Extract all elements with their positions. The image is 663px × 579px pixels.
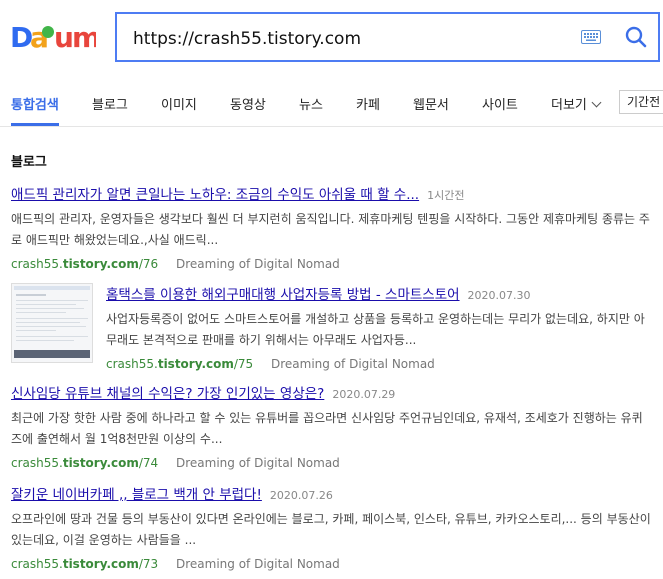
search-icon[interactable]	[625, 26, 647, 48]
daum-logo-mark: D a u m	[10, 21, 96, 53]
url-domain: tistory.com	[62, 257, 139, 271]
result-meta: crash55.tistory.com/76 Dreaming of Digit…	[11, 257, 651, 271]
url-suffix: /74	[138, 456, 159, 470]
result-item: 잘키운 네이버카페 ,, 블로그 백개 안 부럽다! 2020.07.26 오프라…	[11, 483, 651, 571]
section-title: 블로그	[11, 155, 47, 170]
url-domain: tistory.com	[62, 456, 139, 470]
result-desc: 애드픽의 관리자, 운영자들은 생각보다 훨씬 더 부지런히 움직입니다. 제휴…	[11, 212, 650, 247]
tab-blog[interactable]: 블로그	[92, 94, 128, 113]
keyboard-icon[interactable]	[581, 30, 601, 44]
header: D a u m	[0, 0, 663, 80]
tab-cafe[interactable]: 카페	[356, 94, 380, 113]
chevron-down-icon	[591, 97, 602, 108]
result-title[interactable]: 홈택스를 이용한 해외구매대행 사업자등록 방법 - 스마트스토어	[106, 287, 460, 303]
period-select[interactable]: 기간전	[619, 90, 663, 114]
result-title[interactable]: 애드픽 관리자가 알면 큰일나는 노하우: 조금의 수익도 아쉬울 때 할 수.…	[11, 187, 419, 203]
result-meta: crash55.tistory.com/73 Dreaming of Digit…	[11, 557, 651, 571]
result-url[interactable]: crash55.tistory.com/75	[106, 357, 253, 371]
result-blog-name[interactable]: Dreaming of Digital Nomad	[271, 357, 435, 371]
svg-text:u: u	[54, 21, 74, 53]
url-prefix: crash55.	[11, 557, 63, 571]
tab-more[interactable]: 더보기	[551, 94, 602, 113]
tab-video[interactable]: 동영상	[230, 94, 266, 113]
url-domain: tistory.com	[62, 557, 139, 571]
result-title[interactable]: 신사임당 유튜브 채널의 수익은? 가장 인기있는 영상은?	[11, 386, 324, 402]
result-blog-name[interactable]: Dreaming of Digital Nomad	[176, 257, 340, 271]
result-url[interactable]: crash55.tistory.com/76	[11, 257, 158, 271]
url-suffix: /75	[233, 357, 254, 371]
result-item: 신사임당 유튜브 채널의 수익은? 가장 인기있는 영상은? 2020.07.29…	[11, 382, 651, 470]
result-desc: 사업자등록증이 없어도 스마트스토어를 개설하고 상품을 등록하고 운영하는데는…	[106, 312, 645, 347]
tab-all[interactable]: 통합검색	[11, 94, 59, 113]
result-desc: 최근에 가장 핫한 사람 중에 하나라고 할 수 있는 유튜버를 꼽으라면 신사…	[11, 411, 643, 446]
result-item: 홈택스를 이용한 해외구매대행 사업자등록 방법 - 스마트스토어 2020.07…	[106, 283, 651, 371]
result-date: 2020.07.26	[269, 489, 333, 502]
result-title[interactable]: 잘키운 네이버카페 ,, 블로그 백개 안 부럽다!	[11, 487, 262, 503]
url-prefix: crash55.	[106, 357, 158, 371]
tab-site[interactable]: 사이트	[482, 94, 518, 113]
daum-logo[interactable]: D a u m	[10, 19, 96, 53]
result-url[interactable]: crash55.tistory.com/73	[11, 557, 158, 571]
search-tabs: 통합검색 블로그 이미지 동영상 뉴스 카페 웹문서 사이트 더보기 기간전	[0, 80, 663, 127]
active-tab-indicator	[11, 123, 59, 126]
tab-image[interactable]: 이미지	[161, 94, 197, 113]
url-prefix: crash55.	[11, 257, 63, 271]
url-suffix: /73	[138, 557, 159, 571]
result-meta: crash55.tistory.com/75 Dreaming of Digit…	[106, 357, 651, 371]
thumbnail-image	[12, 284, 92, 362]
result-thumbnail[interactable]	[11, 283, 93, 363]
result-url[interactable]: crash55.tistory.com/74	[11, 456, 158, 470]
tab-more-label: 더보기	[551, 98, 587, 113]
result-meta: crash55.tistory.com/74 Dreaming of Digit…	[11, 456, 651, 470]
result-item: 애드픽 관리자가 알면 큰일나는 노하우: 조금의 수익도 아쉬울 때 할 수.…	[11, 183, 651, 271]
result-blog-name[interactable]: Dreaming of Digital Nomad	[176, 557, 340, 571]
search-input[interactable]	[131, 24, 555, 54]
tab-web[interactable]: 웹문서	[413, 94, 449, 113]
result-desc: 오프라인에 땅과 건물 등의 부동산이 있다면 온라인에는 블로그, 카페, 페…	[11, 512, 651, 547]
url-suffix: /76	[138, 257, 159, 271]
url-domain: tistory.com	[157, 357, 234, 371]
result-date: 2020.07.30	[467, 289, 531, 302]
result-blog-name[interactable]: Dreaming of Digital Nomad	[176, 456, 340, 470]
svg-text:m: m	[72, 21, 96, 53]
url-prefix: crash55.	[11, 456, 63, 470]
search-box	[115, 12, 660, 62]
result-date: 1시간전	[427, 189, 465, 202]
tab-news[interactable]: 뉴스	[299, 94, 323, 113]
result-date: 2020.07.29	[332, 388, 396, 401]
